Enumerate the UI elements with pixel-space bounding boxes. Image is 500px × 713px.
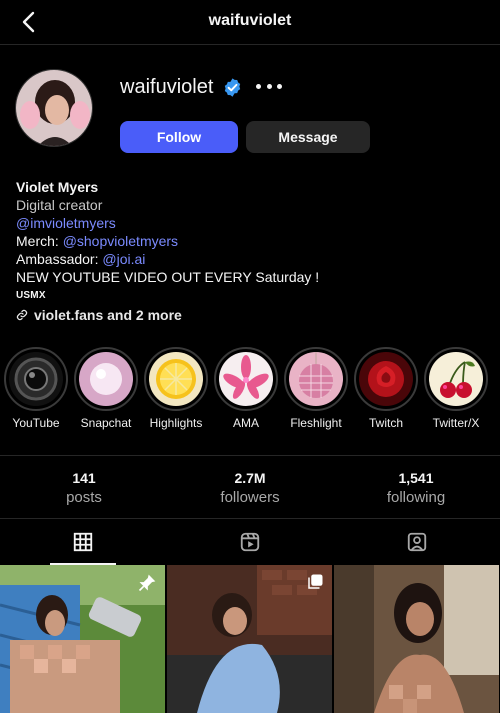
- page-title: waifuviolet: [208, 12, 292, 29]
- merch-label: Merch:: [16, 233, 59, 249]
- camera-lens-icon: [9, 352, 63, 406]
- highlight-highlights[interactable]: Highlights: [141, 347, 211, 430]
- highlight-youtube[interactable]: YouTube: [1, 347, 71, 430]
- stat-following[interactable]: 1,541 following: [346, 470, 486, 506]
- announcement: NEW YOUTUBE VIDEO OUT EVERY Saturday !: [16, 269, 320, 285]
- stat-value: 141: [72, 470, 96, 486]
- highlight-label: YouTube: [12, 416, 60, 430]
- tab-reels[interactable]: [167, 519, 333, 565]
- highlight-twitch[interactable]: Twitch: [351, 347, 421, 430]
- tab-tagged[interactable]: [334, 519, 500, 565]
- highlight-label: Twitch: [368, 416, 403, 430]
- stat-label: followers: [220, 489, 280, 506]
- ambassador-label: Ambassador:: [16, 251, 99, 267]
- tab-posts[interactable]: [0, 519, 166, 565]
- highlight-label: Fleshlight: [290, 416, 342, 430]
- cherries-icon: [429, 352, 483, 406]
- location: USMX: [16, 290, 46, 301]
- category: Digital creator: [16, 197, 103, 213]
- ambassador-line: Ambassador: @joi.ai: [16, 250, 486, 268]
- stat-posts[interactable]: 141 posts: [14, 470, 154, 506]
- highlight-fleshlight[interactable]: Fleshlight: [281, 347, 351, 430]
- highlight-label: Snapchat: [80, 416, 132, 430]
- stat-followers[interactable]: 2.7M followers: [180, 470, 320, 506]
- post-thumbnail[interactable]: [0, 565, 165, 713]
- highlight-twitter[interactable]: Twitter/X: [421, 347, 491, 430]
- highlight-ama[interactable]: AMA: [211, 347, 281, 430]
- disco-ball-icon: [289, 352, 343, 406]
- carousel-icon: [308, 574, 323, 589]
- story-highlights: YouTube Snapchat Highlights AMA Fleshlig…: [0, 347, 500, 437]
- profile-username: waifuviolet: [120, 76, 214, 98]
- lemon-slice-icon: [149, 352, 203, 406]
- external-link[interactable]: violet.fans and 2 more: [16, 306, 486, 324]
- profile-stats: 141 posts 2.7M followers 1,541 following: [0, 455, 500, 517]
- merch-line: Merch: @shopvioletmyers: [16, 232, 486, 250]
- pinned-icon: [138, 574, 156, 592]
- profile-tabs: [0, 518, 500, 565]
- tagged-person-icon: [407, 532, 427, 552]
- pearl-icon: [79, 352, 133, 406]
- top-bar: waifuviolet: [0, 0, 500, 45]
- full-name: Violet Myers: [16, 179, 99, 195]
- grid-icon: [73, 532, 93, 552]
- avatar[interactable]: [15, 69, 93, 147]
- highlight-label: AMA: [232, 416, 259, 430]
- highlight-label: Twitter/X: [432, 416, 480, 430]
- stat-value: 2.7M: [234, 470, 266, 486]
- follow-button[interactable]: Follow: [120, 121, 238, 153]
- lily-flower-icon: [219, 352, 273, 406]
- external-link-text: violet.fans and 2 more: [34, 307, 182, 323]
- post-thumbnail[interactable]: [334, 565, 499, 713]
- message-button[interactable]: Message: [246, 121, 370, 153]
- reels-icon: [240, 532, 260, 552]
- stat-value: 1,541: [398, 470, 434, 486]
- stat-label: posts: [66, 489, 102, 506]
- ambassador-link[interactable]: @joi.ai: [102, 251, 145, 267]
- stat-label: following: [386, 489, 446, 506]
- post-thumbnail[interactable]: [167, 565, 332, 713]
- rose-icon: [359, 352, 413, 406]
- verified-badge-icon: [222, 77, 243, 98]
- handle-link[interactable]: @imvioletmyers: [16, 214, 486, 232]
- more-options-icon[interactable]: [256, 76, 282, 96]
- highlight-label: Highlights: [149, 416, 203, 430]
- post-grid: [0, 565, 500, 713]
- merch-link[interactable]: @shopvioletmyers: [63, 233, 178, 249]
- highlight-snapchat[interactable]: Snapchat: [71, 347, 141, 430]
- bio: Violet Myers Digital creator @imvioletmy…: [16, 178, 486, 324]
- link-icon: [16, 309, 28, 321]
